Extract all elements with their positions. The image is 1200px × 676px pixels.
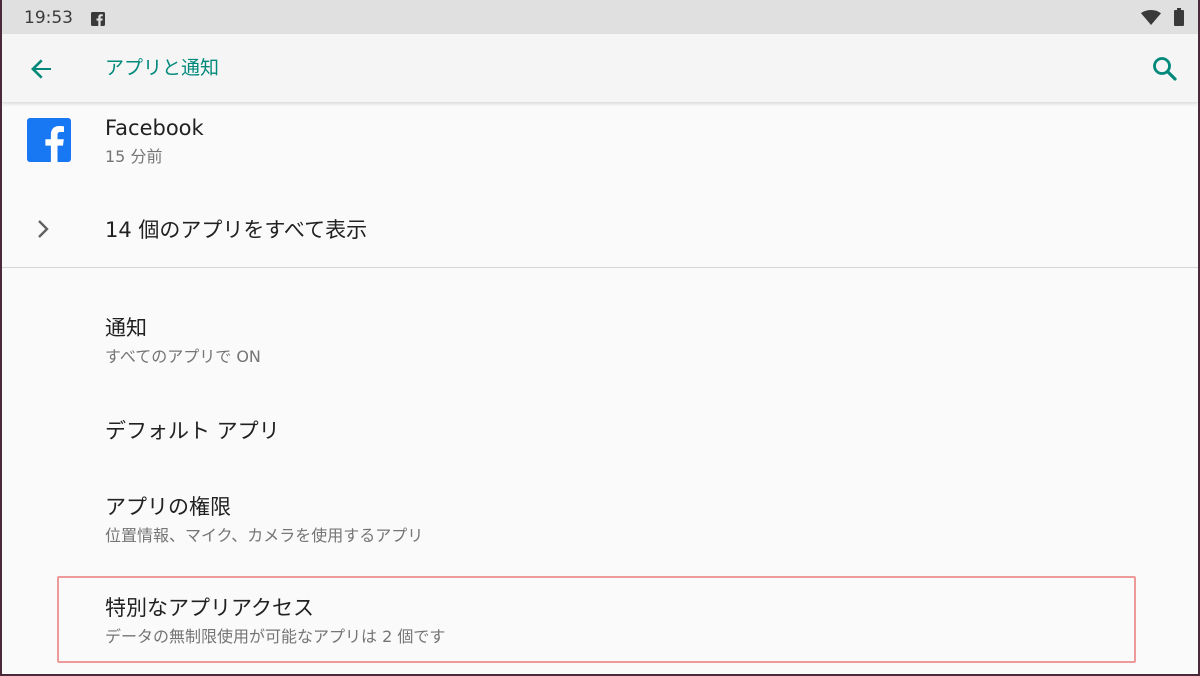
search-icon [1153, 57, 1177, 81]
see-all-apps-label: 14 個のアプリをすべて表示 [105, 218, 368, 242]
search-button[interactable] [1150, 54, 1180, 84]
facebook-app-icon [27, 118, 71, 162]
back-arrow-icon [31, 59, 51, 79]
setting-app-permissions-title: アプリの権限 [105, 495, 231, 519]
setting-notifications-subtitle: すべてのアプリで ON [105, 347, 261, 366]
chevron-right-icon [36, 219, 50, 239]
app-bar: アプリと通知 [2, 34, 1198, 102]
page-title: アプリと通知 [105, 57, 220, 79]
setting-special-app-access-subtitle: データの無制限使用が可能なアプリは 2 個です [105, 627, 446, 646]
back-button[interactable] [26, 54, 56, 84]
setting-notifications-title: 通知 [105, 316, 147, 340]
setting-default-apps-title: デフォルト アプリ [105, 419, 280, 443]
facebook-notification-icon [91, 11, 105, 26]
recent-app-name: Facebook [105, 116, 204, 140]
setting-app-permissions-subtitle: 位置情報、マイク、カメラを使用するアプリ [105, 526, 424, 545]
battery-icon [1174, 8, 1184, 26]
setting-app-permissions[interactable] [2, 478, 1198, 564]
status-bar: 19:53 [2, 0, 1198, 34]
setting-special-app-access-title: 特別なアプリアクセス [105, 596, 314, 620]
section-divider [2, 267, 1198, 268]
screen: 19:53 アプリと通知 Facebook 15 分前 14 個のアプリをすべて… [0, 0, 1200, 676]
status-time: 19:53 [24, 8, 73, 28]
setting-notifications[interactable] [2, 296, 1198, 382]
wifi-icon [1141, 10, 1161, 25]
recent-app-time: 15 分前 [105, 147, 163, 166]
